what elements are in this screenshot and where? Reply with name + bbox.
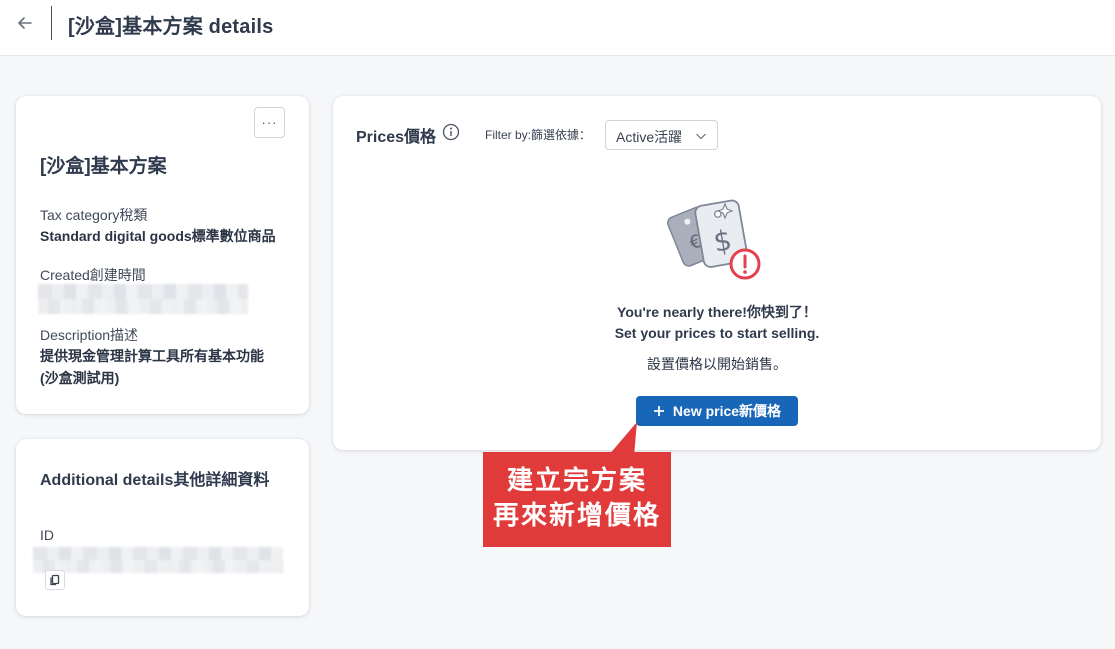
filter-label: Filter by:篩選依據： bbox=[485, 128, 592, 142]
callout-line2: 再來新增價格 bbox=[492, 500, 661, 530]
id-label: ID bbox=[40, 527, 54, 543]
empty-state-line2: Set your prices to start selling. bbox=[614, 325, 820, 341]
tax-category-value: Standard digital goods標準數位商品 bbox=[40, 228, 276, 244]
back-arrow-icon bbox=[18, 17, 32, 29]
copy-icon bbox=[50, 574, 60, 586]
chevron-down-icon bbox=[696, 133, 706, 140]
description-value-line2: (沙盒測試用) bbox=[40, 370, 120, 386]
created-value-redacted bbox=[38, 284, 248, 314]
empty-state-line1: You're nearly there!你快到了！ bbox=[617, 304, 817, 320]
alert-icon bbox=[729, 248, 761, 280]
header-divider bbox=[51, 6, 52, 40]
more-options-button[interactable]: ··· bbox=[254, 107, 285, 138]
filter-value: Active活躍 bbox=[616, 129, 683, 145]
info-icon[interactable] bbox=[442, 123, 460, 141]
prices-card: Prices價格 Filter by:篩選依據： Active活躍 € $ Yo… bbox=[333, 96, 1101, 450]
empty-state-line3: 設置價格以開始銷售。 bbox=[647, 356, 787, 372]
description-value-line1: 提供現金管理計算工具所有基本功能 bbox=[40, 348, 264, 364]
product-name: [沙盒]基本方案 bbox=[40, 156, 167, 177]
page-title: [沙盒]基本方案 details bbox=[68, 16, 274, 38]
product-card: ··· [沙盒]基本方案 Tax category稅類 Standard dig… bbox=[16, 96, 309, 414]
price-tag-icon: € $ bbox=[667, 199, 761, 280]
new-price-button[interactable]: New price新價格 bbox=[636, 396, 798, 426]
description-label: Description描述 bbox=[40, 327, 139, 343]
back-button[interactable] bbox=[12, 10, 38, 36]
callout-line1: 建立完方案 bbox=[506, 465, 647, 495]
more-icon: ··· bbox=[261, 115, 278, 130]
id-value-redacted bbox=[33, 547, 283, 573]
prices-title: Prices價格 bbox=[356, 129, 437, 146]
plus-icon bbox=[653, 406, 664, 416]
additional-details-title: Additional details其他詳細資料 bbox=[40, 472, 270, 489]
created-label: Created創建時間 bbox=[40, 267, 146, 283]
additional-details-card: Additional details其他詳細資料 ID bbox=[16, 439, 309, 616]
copy-id-button[interactable] bbox=[45, 570, 65, 590]
tax-category-label: Tax category稅類 bbox=[40, 207, 148, 223]
top-bar: [沙盒]基本方案 details bbox=[0, 0, 1115, 56]
annotation-callout: 建立完方案 再來新增價格 bbox=[483, 452, 671, 547]
new-price-label: New price新價格 bbox=[672, 403, 782, 419]
filter-select[interactable]: Active活躍 bbox=[605, 120, 718, 150]
